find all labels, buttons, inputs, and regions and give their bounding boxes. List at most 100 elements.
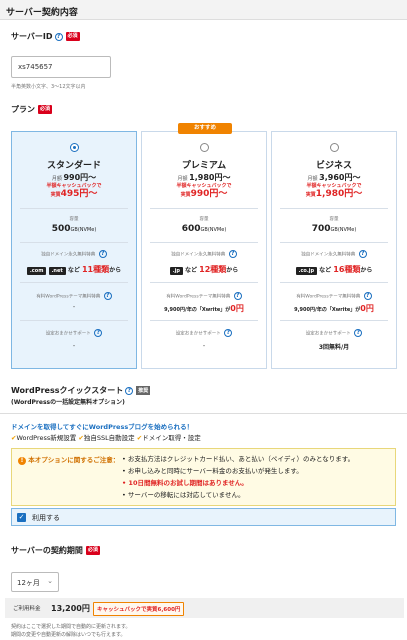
domain-label: 独自ドメイン永久無料特典 ? [272, 250, 396, 258]
use-option-row[interactable]: ✓ 利用する [11, 508, 396, 526]
server-id-label-row: サーバーID? 必須 [11, 31, 80, 42]
divider [0, 413, 407, 414]
plan-label: プラン [11, 105, 35, 114]
plan-cashback: 半額キャッシュバックで 実質990円〜 [176, 183, 232, 199]
notice-item: • サーバーの移転には対応していません。 [122, 491, 245, 499]
price-row: ご利用料金 13,200円 キャッシュバックで実質6,600円 [5, 598, 404, 618]
help-icon[interactable]: ? [363, 292, 372, 300]
wp-theme-value: 9,900円/年の「Xwrite」が0円 [164, 304, 244, 313]
plan-label-row: プラン 必須 [11, 104, 53, 115]
support-value: - [202, 342, 206, 350]
fee-label: ご利用料金 [13, 606, 41, 612]
wp-quick-features: ✔WordPress新規設置 ✔独自SSL自動設定 ✔ドメイン取得・設定 [11, 434, 201, 442]
notice-list: • お支払方法はクレジットカード払い、あと払い（ペイディ）のみとなります。 • … [122, 453, 354, 501]
divider [20, 208, 128, 209]
server-id-label: サーバーID [11, 32, 53, 41]
wp-quick-promo: ドメインを取得してすぐにWordPressブログを始められる！ [11, 423, 194, 431]
help-icon[interactable]: ? [54, 32, 63, 41]
section-title: サーバー契約内容 [0, 0, 407, 20]
divider [150, 282, 258, 283]
plan-name: プレミアム [181, 161, 227, 171]
fee-value: 13,200円 [51, 604, 90, 613]
cashback-pill: キャッシュバックで実質6,600円 [93, 602, 185, 616]
term-select-value: 12ヶ月 [17, 579, 40, 587]
plan-card-business[interactable]: ビジネス 月額 3,960円〜 半額キャッシュバックで 実質1,980円〜 容量… [271, 131, 397, 369]
term-notes: 契約はここで選択した期間で自動的に更新されます。 期間の変更や自動更新の解除はい… [11, 623, 131, 639]
divider [20, 242, 128, 243]
support-value: 3回無料/月 [318, 344, 350, 351]
recommended-tag: 推奨 [136, 386, 151, 395]
notice-title: ! 本オプションに関するご注意： [18, 454, 119, 465]
required-badge: 必須 [85, 546, 100, 555]
use-option-label: 利用する [32, 514, 60, 522]
notice-item: • お申し込みと同時にサーバー料金のお支払いが発生します。 [122, 467, 303, 475]
help-icon[interactable]: ? [125, 386, 134, 395]
help-icon[interactable]: ? [224, 329, 233, 337]
domain-label: 独自ドメイン永久無料特典 ? [12, 250, 136, 258]
divider [280, 208, 388, 209]
plan-radio[interactable] [200, 143, 209, 152]
plan-card-standard[interactable]: スタンダード 月額 990円〜 半額キャッシュバックで 実質495円〜 容量 5… [11, 131, 137, 369]
required-badge: 必須 [65, 32, 80, 41]
support-value: - [72, 342, 76, 350]
help-icon[interactable]: ? [94, 329, 103, 337]
term-label: サーバーの契約期間 [11, 546, 83, 555]
domain-label: 独自ドメイン永久無料特典 ? [142, 250, 266, 258]
notice-item: • 10日間無料のお試し期間はありません。 [122, 479, 248, 487]
wp-theme-label: 有料WordPressテーマ無料特典 ? [12, 292, 136, 300]
plan-radio[interactable] [70, 143, 79, 152]
storage-label: 容量 [199, 217, 209, 222]
warning-icon: ! [18, 457, 26, 465]
domain-value: .jp など 12種類から [142, 264, 266, 275]
help-icon[interactable]: ? [233, 292, 242, 300]
wp-quick-title-row: WordPressクイックスタート? 推奨 [11, 385, 151, 396]
domain-value: .com .net など 11種類から [12, 264, 136, 275]
term-select[interactable]: 12ヶ月 ⌄ [11, 572, 59, 592]
wp-theme-value: 9,900円/年の「Xwrite」が0円 [294, 304, 374, 313]
storage-label: 容量 [329, 217, 339, 222]
support-label: 設定おまかせサポート ? [142, 329, 266, 337]
plan-card-premium[interactable]: おすすめ プレミアム 月額 1,980円〜 半額キャッシュバックで 実質990円… [141, 123, 267, 369]
divider [20, 282, 128, 283]
chevron-down-icon: ⌄ [47, 577, 53, 585]
storage-value: 600GB(NVMe) [181, 224, 227, 234]
term-note: 期間の変更や自動更新の解除はいつでも行えます。 [11, 632, 126, 638]
storage-value: 500GB(NVMe) [51, 224, 97, 234]
notice-box: ! 本オプションに関するご注意： • お支払方法はクレジットカード払い、あと払い… [11, 448, 396, 506]
wp-quick-title: WordPressクイックスタート [11, 386, 124, 395]
plan-cashback: 半額キャッシュバックで 実質1,980円〜 [305, 183, 363, 199]
plan-cashback: 半額キャッシュバックで 実質495円〜 [46, 183, 102, 199]
required-badge: 必須 [38, 105, 53, 114]
divider [280, 282, 388, 283]
server-id-input[interactable]: xs745657 [11, 56, 111, 78]
divider [280, 320, 388, 321]
divider [20, 320, 128, 321]
wp-theme-value: - [72, 303, 76, 311]
server-id-hint: 半角英数小文字、3〜12文字以内 [11, 84, 86, 90]
divider [150, 320, 258, 321]
wp-theme-label: 有料WordPressテーマ無料特典 ? [272, 292, 396, 300]
plan-name: スタンダード [46, 161, 101, 171]
wp-theme-label: 有料WordPressテーマ無料特典 ? [142, 292, 266, 300]
support-label: 設定おまかせサポート ? [12, 329, 136, 337]
help-icon[interactable]: ? [358, 250, 367, 258]
recommended-badge: おすすめ [178, 123, 232, 134]
help-icon[interactable]: ? [228, 250, 237, 258]
divider [150, 208, 258, 209]
storage-value: 700GB(NVMe) [311, 224, 357, 234]
checkbox-checked-icon[interactable]: ✓ [17, 513, 26, 522]
plan-name: ビジネス [315, 161, 352, 171]
term-note: 契約はここで選択した期間で自動的に更新されます。 [11, 624, 131, 630]
storage-label: 容量 [69, 217, 79, 222]
wp-quick-subtitle: (WordPressの一括設定無料オプション) [11, 399, 125, 406]
help-icon[interactable]: ? [103, 292, 112, 300]
help-icon[interactable]: ? [354, 329, 363, 337]
help-icon[interactable]: ? [98, 250, 107, 258]
divider [280, 242, 388, 243]
plan-radio[interactable] [330, 143, 339, 152]
support-label: 設定おまかせサポート ? [272, 329, 396, 337]
term-label-row: サーバーの契約期間 必須 [11, 545, 100, 556]
divider [150, 242, 258, 243]
domain-value: .co.jp など 16種類から [272, 264, 396, 275]
notice-item: • お支払方法はクレジットカード払い、あと払い（ペイディ）のみとなります。 [122, 455, 355, 463]
